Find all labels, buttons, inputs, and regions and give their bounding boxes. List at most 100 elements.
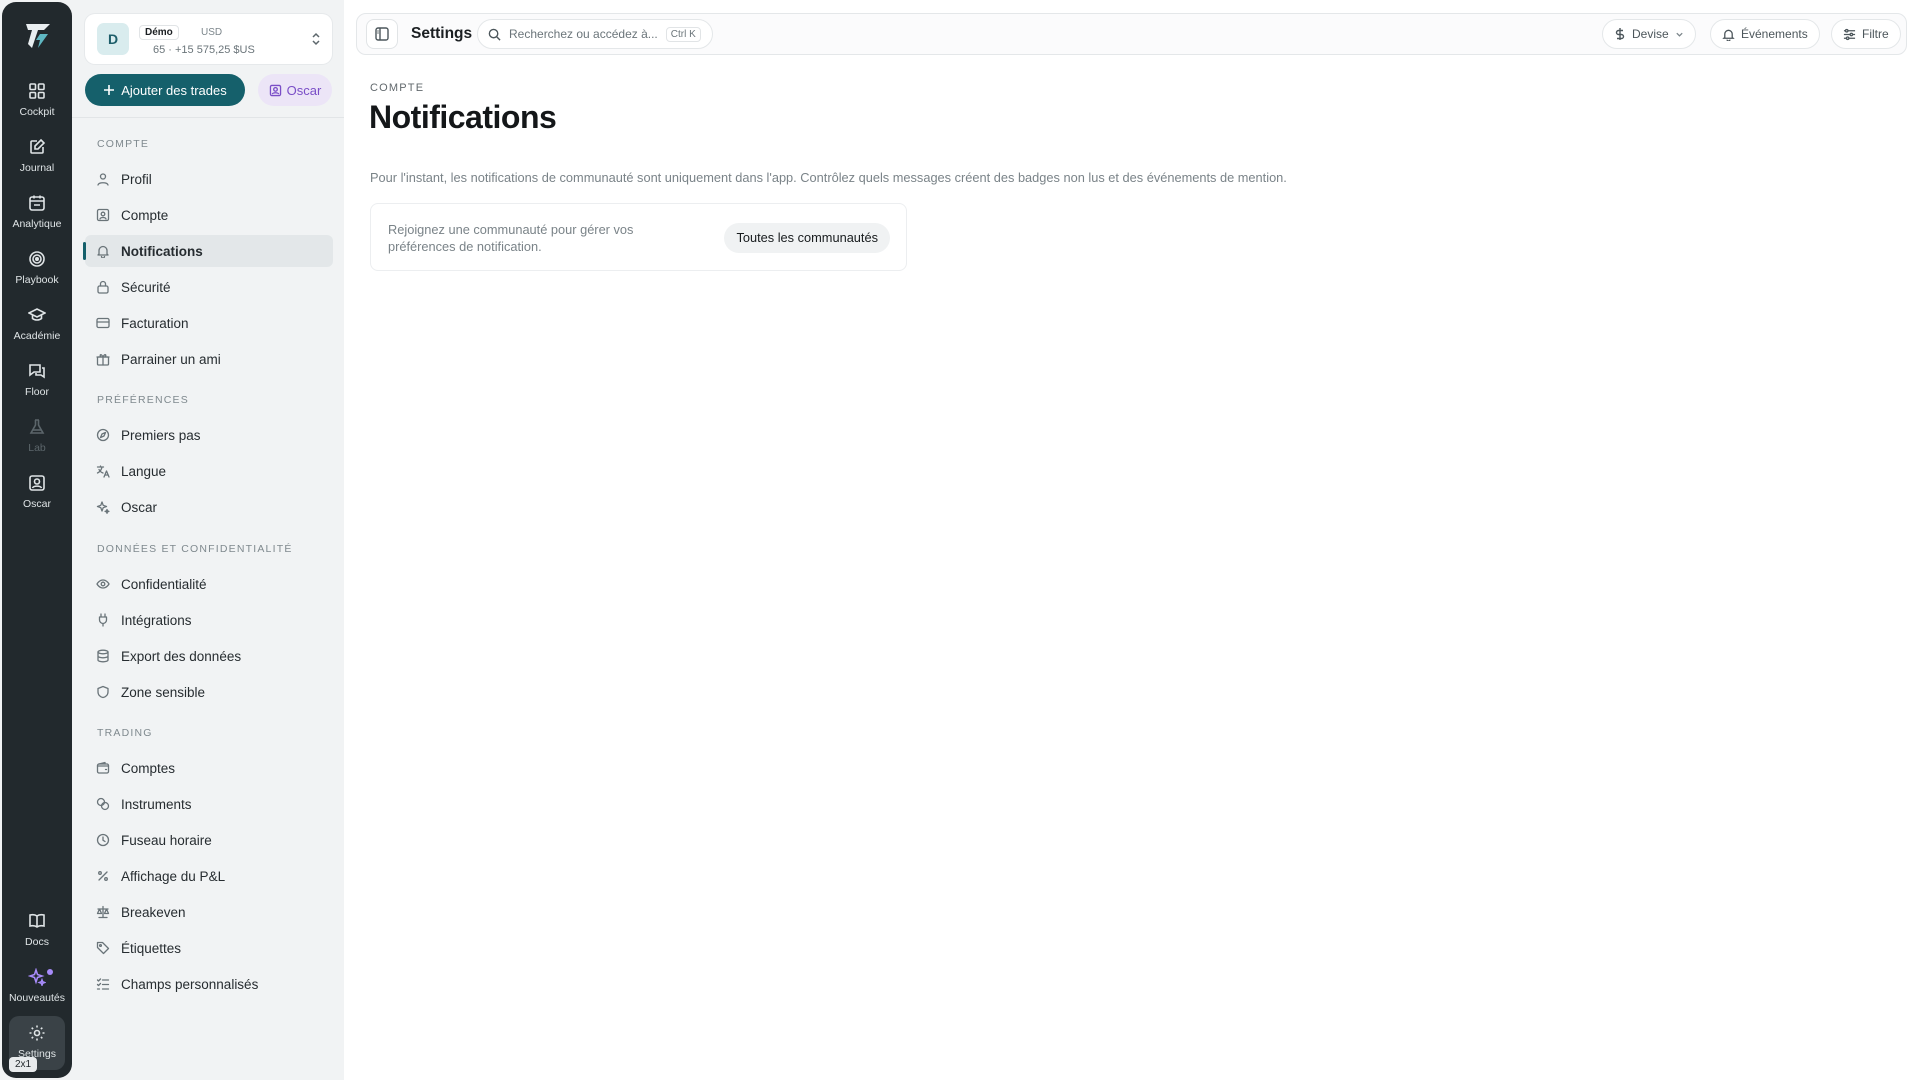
sidebar-item-label: Langue <box>121 463 167 479</box>
user-icon <box>97 173 109 186</box>
sidebar-item-label: Parrainer un ami <box>121 351 221 367</box>
sidebar-item-instruments[interactable]: Instruments <box>85 788 333 820</box>
chevron-up-down-icon <box>312 32 320 46</box>
rail-label: Docs <box>25 936 49 948</box>
account-switcher[interactable]: D Démo USD 65 · +15 575,25 $US <box>85 14 332 64</box>
sidebar-toggle-button[interactable] <box>366 19 398 49</box>
section-description: Pour l'instant, les notifications de com… <box>370 170 1287 185</box>
events-button[interactable]: Événements <box>1710 19 1820 49</box>
sidebar-item-label: Champs personnalisés <box>121 976 259 992</box>
shortcut-hint: Ctrl K <box>665 26 701 42</box>
app-rail: Cockpit Journal Analytique Playbook Acad… <box>2 2 72 1078</box>
rail-label: Académie <box>13 330 61 342</box>
sidebar-item-label: Compte <box>121 207 169 223</box>
sparkles-icon <box>96 501 110 514</box>
rail-label: Journal <box>19 162 55 174</box>
rail-item-cockpit[interactable]: Cockpit <box>2 82 72 118</box>
sidebar-item-compte[interactable]: Compte <box>85 199 333 231</box>
gear-icon <box>29 1025 45 1041</box>
rail-item-docs[interactable]: Docs <box>2 912 72 948</box>
graduation-cap-icon <box>28 308 46 321</box>
rail-item-analytique[interactable]: Analytique <box>2 194 72 230</box>
scale-icon <box>96 905 110 919</box>
add-trades-button[interactable]: Ajouter des trades <box>85 74 245 106</box>
sidebar-item-label: Breakeven <box>121 904 186 920</box>
sidebar-item-profil[interactable]: Profil <box>85 163 333 195</box>
plus-icon <box>104 85 115 95</box>
sidebar-item-label: Comptes <box>121 760 176 776</box>
devise-label: Devise <box>1632 27 1669 41</box>
sidebar-item-label: Instruments <box>121 796 192 812</box>
filter-label: Filtre <box>1862 27 1889 41</box>
rail-item-journal[interactable]: Journal <box>2 138 72 174</box>
rail-label: Lab <box>28 442 46 454</box>
app-logo-icon[interactable] <box>22 20 54 52</box>
breadcrumb: Compte <box>370 82 425 94</box>
chevron-down-icon <box>1676 32 1683 37</box>
sidebar-item-champs-personnalises[interactable]: Champs personnalisés <box>85 968 333 1000</box>
add-trades-label: Ajouter des trades <box>121 82 227 98</box>
sidebar-item-fuseau-horaire[interactable]: Fuseau horaire <box>85 824 333 856</box>
sidebar-item-affichage-du-p-l[interactable]: Affichage du P&L <box>85 860 333 892</box>
sparkles-icon <box>28 968 46 986</box>
rail-label: Nouveautés <box>8 992 66 1004</box>
bell-icon <box>97 245 109 258</box>
sidebar-item-etiquettes[interactable]: Étiquettes <box>85 932 333 964</box>
sidebar-item-label: Notifications <box>121 243 203 259</box>
sidebar-item-label: Confidentialité <box>121 576 207 592</box>
coins-icon <box>96 797 110 811</box>
sidebar-item-integrations[interactable]: Intégrations <box>85 604 333 636</box>
rail-item-academie[interactable]: Académie <box>2 306 72 342</box>
rail-item-oscar[interactable]: Oscar <box>2 474 72 510</box>
book-icon <box>29 913 45 928</box>
rail-label: Oscar <box>22 498 51 510</box>
sidebar-item-label: Fuseau horaire <box>121 832 212 848</box>
community-card: Rejoignez une communauté pour gérer vos … <box>370 203 907 271</box>
portrait-icon <box>269 84 281 96</box>
sidebar-item-langue[interactable]: Langue <box>85 455 333 487</box>
portrait-icon <box>29 475 45 491</box>
sidebar-item-premiers-pas[interactable]: Premiers pas <box>85 419 333 451</box>
compass-icon <box>96 428 110 442</box>
gift-icon <box>96 354 110 366</box>
currency-dropdown[interactable]: Devise <box>1602 19 1696 49</box>
sidebar-section-donnees-et-confidentialite: Données et confidentialité <box>97 543 293 555</box>
sidebar-item-label: Facturation <box>121 315 189 331</box>
sidebar-item-securite[interactable]: Sécurité <box>85 271 333 303</box>
divider <box>72 117 344 118</box>
sidebar-item-export-des-donnees[interactable]: Export des données <box>85 640 333 672</box>
target-icon <box>29 251 45 267</box>
oscar-button[interactable]: Oscar <box>258 74 332 106</box>
sidebar-item-oscar[interactable]: Oscar <box>85 491 333 523</box>
sidebar-item-breakeven[interactable]: Breakeven <box>85 896 333 928</box>
rail-label: Floor <box>25 386 49 398</box>
avatar: D <box>97 23 129 55</box>
rail-item-playbook[interactable]: Playbook <box>2 250 72 286</box>
oscar-label: Oscar <box>286 82 322 98</box>
zoom-chip: 2x1 <box>9 1057 38 1072</box>
community-card-text: Rejoignez une communauté pour gérer vos … <box>388 222 634 254</box>
sidebar-item-label: Affichage du P&L <box>121 868 226 884</box>
tag-icon <box>96 941 110 955</box>
search-icon <box>488 28 501 41</box>
rail-label: Cockpit <box>19 106 55 118</box>
sidebar-item-notifications[interactable]: Notifications <box>83 235 333 267</box>
rail-item-floor[interactable]: Floor <box>2 362 72 398</box>
search-input[interactable]: Recherchez ou accédez à... Ctrl K <box>477 19 713 49</box>
sidebar-section-preferences: Préférences <box>97 394 189 406</box>
sidebar-item-facturation[interactable]: Facturation <box>85 307 333 339</box>
sidebar-item-parrainer-un-ami[interactable]: Parrainer un ami <box>85 343 333 375</box>
sidebar-item-confidentialite[interactable]: Confidentialité <box>85 568 333 600</box>
rail-item-nouveautes[interactable]: Nouveautés <box>2 968 72 1004</box>
sidebar-item-zone-sensible[interactable]: Zone sensible <box>85 676 333 708</box>
flask-icon <box>29 419 45 434</box>
percent-icon <box>98 871 108 881</box>
currency-label: USD <box>201 27 223 38</box>
rail-item-lab[interactable]: Lab <box>2 418 72 454</box>
filter-button[interactable]: Filtre <box>1831 19 1901 49</box>
rail-label: Playbook <box>15 274 59 286</box>
all-communities-button[interactable]: Toutes les communautés <box>724 223 890 253</box>
list-check-icon <box>96 978 110 990</box>
section-heading: Notifications <box>369 99 557 135</box>
sidebar-item-comptes[interactable]: Comptes <box>85 752 333 784</box>
